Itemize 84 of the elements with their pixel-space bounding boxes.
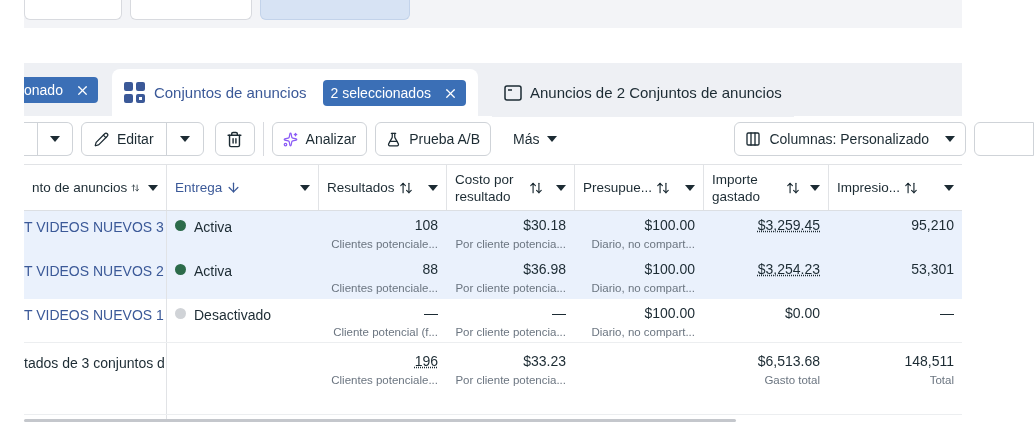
window-icon xyxy=(503,85,522,101)
summary-label: tados de 3 conjuntos d xyxy=(24,355,165,371)
table-cell-text: 196 xyxy=(414,352,438,371)
caret-icon xyxy=(944,184,954,191)
table-cell-text: 108 xyxy=(414,216,438,235)
caret-icon xyxy=(810,184,820,191)
table-cell-text: 95,210 xyxy=(911,216,954,235)
horizontal-scrollbar[interactable] xyxy=(24,419,736,422)
column-header[interactable]: Impresio... xyxy=(828,165,962,210)
table-cell-text: $100.00 xyxy=(644,304,695,323)
sort-icon[interactable] xyxy=(656,180,671,195)
table-cell-text: — xyxy=(940,304,954,323)
cell-caption: Por cliente potencia... xyxy=(455,237,566,252)
table-cell-text: $36.98 xyxy=(523,260,566,279)
table-cell-text: $0.00 xyxy=(784,304,820,323)
delete-button[interactable] xyxy=(214,122,255,156)
cell-caption: Por cliente potencia... xyxy=(455,281,566,296)
cell-caption: Por cliente potencia... xyxy=(455,325,566,340)
ad-set-link[interactable]: T VIDEOS NUEVOS 3 xyxy=(24,219,164,235)
cell-caption: Diario, no compart... xyxy=(591,281,695,296)
cell-caption: Por cliente potencia... xyxy=(455,373,566,388)
tab[interactable]: Conjuntos de anuncios 2 seleccionados xyxy=(111,69,478,117)
cell-caption: Gasto total xyxy=(764,373,820,388)
delivery-status: Desactivado xyxy=(194,306,272,325)
table-cell-text: $6,513.68 xyxy=(757,352,820,371)
columns-icon xyxy=(745,131,762,147)
caret-icon xyxy=(685,184,695,191)
table-row[interactable]: T VIDEOS NUEVOS 2 Activa 88 Clientes potenciale... $36.98 Por cliente potencia... $100.00 Diario, no compart... $3,254.23 53,301 xyxy=(24,255,962,299)
column-header[interactable]: nto de anuncios xyxy=(24,165,166,210)
sort-icon[interactable] xyxy=(529,180,543,195)
caret-icon xyxy=(179,136,190,142)
column-header[interactable]: Costo por resultado xyxy=(446,165,574,210)
column-header[interactable]: Entrega xyxy=(166,165,318,210)
pencil-icon xyxy=(94,131,109,147)
sort-icon[interactable] xyxy=(398,180,413,195)
caret-icon xyxy=(428,184,438,191)
selection-badge[interactable]: 2 seleccionados xyxy=(322,80,466,106)
caret-icon xyxy=(547,136,558,142)
analyze-button[interactable]: Analizar xyxy=(271,122,368,156)
flask-icon xyxy=(386,131,402,147)
table-cell-text: $100.00 xyxy=(644,216,695,235)
ad-set-link[interactable]: T VIDEOS NUEVOS 2 xyxy=(24,263,164,279)
cell-caption: Diario, no compart... xyxy=(591,237,695,252)
table-cell-text: $100.00 xyxy=(644,260,695,279)
caret-icon xyxy=(50,136,60,142)
ab-test-button[interactable]: Prueba A/B xyxy=(375,122,491,156)
tab-label: Conjuntos de anuncios xyxy=(153,82,307,103)
cell-caption: Total xyxy=(929,373,954,388)
table-row[interactable]: T VIDEOS NUEVOS 3 Activa 108 Clientes potenciale... $30.18 Por cliente potencia... $100.00 Diario, no compart... $3,259.45 95,210 xyxy=(24,211,962,255)
cell-caption: Clientes potenciale... xyxy=(331,281,438,296)
cell-caption: Cliente potencial (f... xyxy=(333,325,438,340)
sort-icon[interactable] xyxy=(904,180,919,195)
trash-icon xyxy=(226,130,244,148)
table-row[interactable]: T VIDEOS NUEVOS 1 Desactivado — Cliente potencial (f... — Por cliente potencia... $100.00 Diario, no compart... $0.00 — xyxy=(24,299,962,343)
more-button[interactable]: Más xyxy=(499,122,572,156)
ad-set-link[interactable]: T VIDEOS NUEVOS 1 xyxy=(24,307,164,323)
column-header[interactable]: Presupue... xyxy=(574,165,703,210)
table-cell-text: $3,259.45 xyxy=(757,216,820,235)
table-cell-text: $3,254.23 xyxy=(757,260,820,279)
table-cell-text: 88 xyxy=(422,260,438,279)
columns-button[interactable]: Columnas: Personalizado xyxy=(734,122,966,156)
table-cell-text: 148,511 xyxy=(904,352,954,371)
sparkle-icon xyxy=(282,131,298,147)
column-header[interactable]: Resultados xyxy=(318,165,446,210)
selection-chip[interactable]: onado xyxy=(24,77,98,103)
sort-icon[interactable] xyxy=(786,180,800,195)
delivery-status: Activa xyxy=(194,218,233,237)
tab-label: Anuncios de 2 Conjuntos de anuncios xyxy=(529,82,782,103)
caret-icon xyxy=(148,184,158,191)
column-header[interactable]: Importe gastado xyxy=(703,165,828,210)
table-cell-text: $33.23 xyxy=(523,352,566,371)
table-cell-text: 53,301 xyxy=(911,260,954,279)
cell-caption: Diario, no compart... xyxy=(591,325,695,340)
table-cell-text: — xyxy=(552,304,566,323)
caret-icon xyxy=(300,184,310,191)
cell-caption: Clientes potenciale... xyxy=(331,237,438,252)
cell-caption: Clientes potenciale... xyxy=(331,373,438,388)
table-cell-text: — xyxy=(424,304,438,323)
sort-down-icon[interactable] xyxy=(226,180,242,195)
caret-icon xyxy=(945,136,955,142)
grid-icon xyxy=(123,82,146,104)
caret-icon xyxy=(556,184,566,191)
delivery-status: Activa xyxy=(194,262,233,281)
table-cell-text: $30.18 xyxy=(523,216,566,235)
